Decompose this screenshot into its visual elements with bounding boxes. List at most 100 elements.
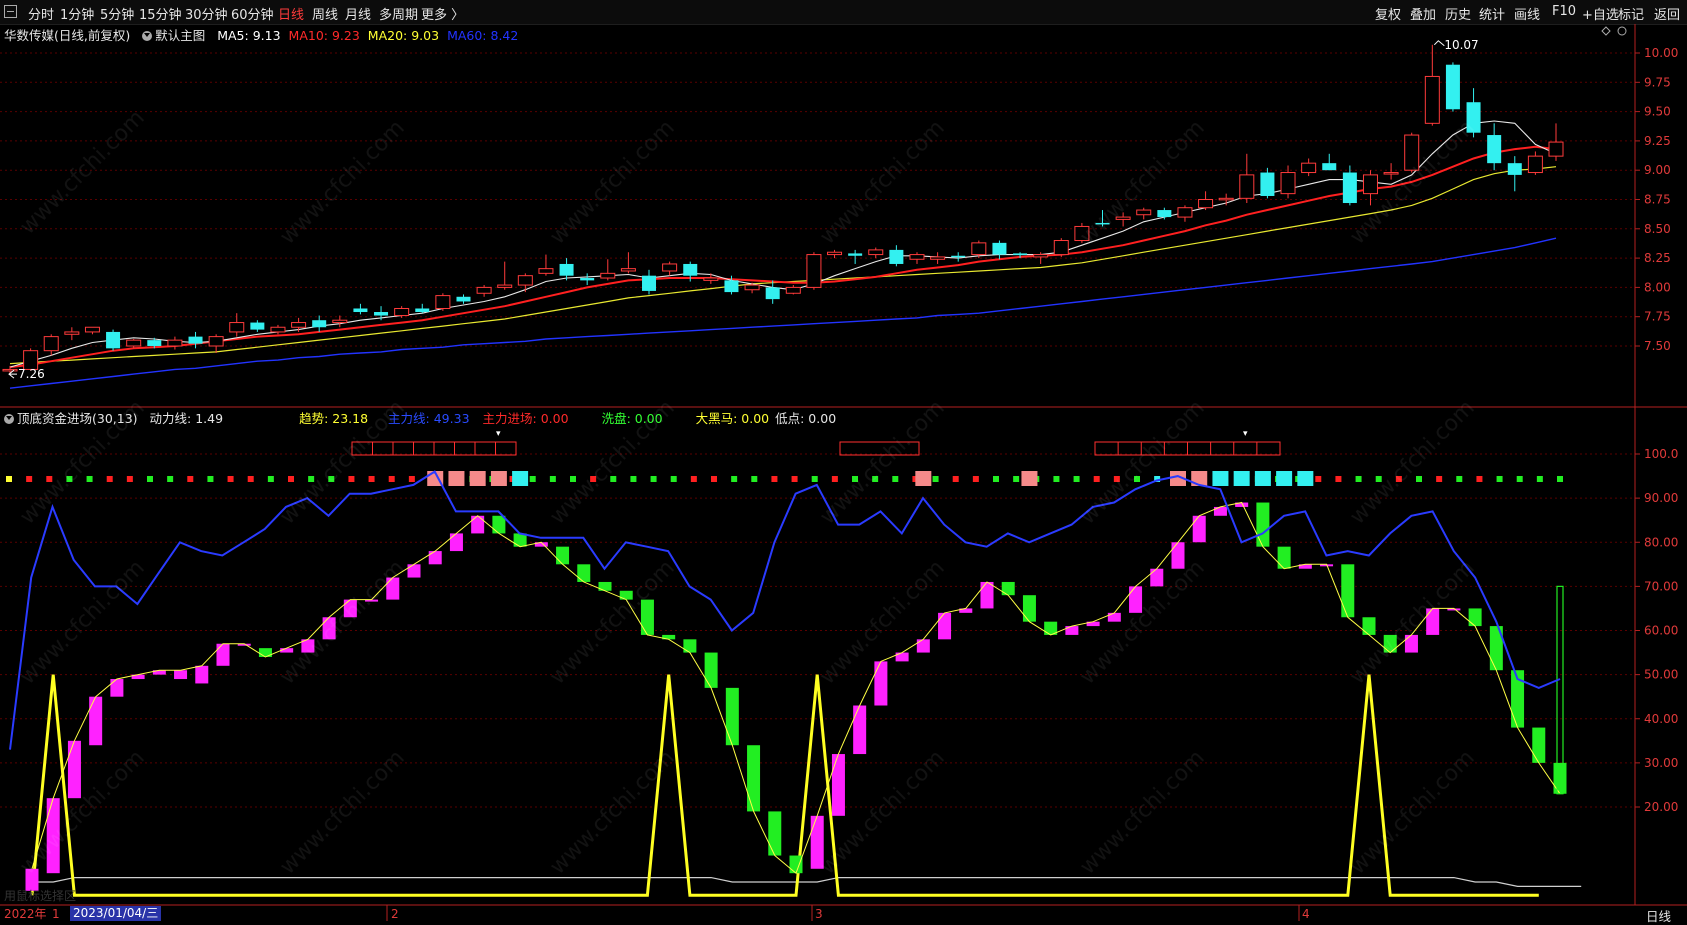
- candle-up: [703, 277, 719, 281]
- candle-up: [971, 242, 987, 256]
- signal-block-cyan: [1254, 471, 1271, 486]
- trend-bar-down: [1256, 502, 1270, 547]
- price-tick-label: 9.75: [1644, 75, 1671, 89]
- signal-dot: [771, 476, 778, 482]
- signal-dot: [831, 476, 838, 482]
- signal-dot: [1053, 476, 1060, 482]
- price-tick-label: 7.50: [1644, 339, 1671, 353]
- ma-label-0: MA5: 9.13: [217, 28, 281, 43]
- trend-bar-down: [725, 687, 739, 746]
- signal-dot: [247, 476, 254, 482]
- indicator-tick-label: 40.00: [1644, 712, 1678, 726]
- trend-bar-down: [1362, 617, 1376, 635]
- trend-bar-up: [449, 533, 463, 552]
- main-force-line: [9, 470, 1561, 750]
- signal-dot: [1557, 476, 1563, 482]
- signal-dot: [1395, 476, 1402, 482]
- signal-dot: [267, 476, 274, 482]
- signal-dot: [872, 476, 879, 482]
- indicator-legend: 动力线: 1.49 趋势: 23.18 主力线: 49.33 主力进场: 0.00 洗盘…: [142, 411, 837, 426]
- signal-dot: [690, 476, 697, 482]
- trend-bar-up: [89, 696, 103, 746]
- trend-bar-up: [110, 679, 124, 697]
- trend-bar-down: [1383, 634, 1397, 653]
- trend-bar-up: [46, 798, 60, 874]
- signal-dot: [86, 476, 93, 482]
- trend-bar-up: [1404, 634, 1418, 653]
- candle-up: [64, 331, 80, 335]
- candle-down: [559, 263, 574, 276]
- candle-up: [909, 254, 925, 260]
- price-tick-label: 9.00: [1644, 163, 1671, 177]
- indicator-panel-header: 顶底资金进场(30,13) 动力线: 1.49 趋势: 23.18 主力线: 49.…: [4, 408, 836, 427]
- candle-down: [188, 336, 203, 344]
- signal-dot: [932, 476, 939, 482]
- circle-icon: [1617, 26, 1627, 36]
- trend-bar-up: [1065, 626, 1079, 635]
- trend-bar-down: [683, 639, 697, 653]
- candle-up: [744, 284, 760, 291]
- trend-bar-down: [556, 546, 570, 565]
- indicator-selector[interactable]: 顶底资金进场(30,13): [4, 411, 138, 426]
- trend-bar-down: [747, 745, 761, 812]
- trend-bar-down: [492, 515, 506, 534]
- candle-up: [1177, 207, 1193, 218]
- signal-dot: [106, 476, 113, 482]
- trend-bar-up: [428, 551, 442, 565]
- trend-bar-up: [322, 617, 336, 640]
- signal-dot: [6, 476, 12, 482]
- candle-down: [415, 308, 430, 313]
- trend-bar-up: [1192, 515, 1206, 543]
- ma-label-3: MA60: 8.42: [447, 28, 519, 43]
- candle-up: [476, 286, 492, 294]
- candle-down: [889, 249, 904, 264]
- candle-up: [517, 275, 533, 286]
- indicator-tick-label: 60.00: [1644, 624, 1678, 638]
- candle-up: [1527, 155, 1543, 174]
- candle-down: [1342, 172, 1357, 204]
- price-tick-label: 8.75: [1644, 193, 1671, 207]
- signal-block-pink: [915, 471, 932, 486]
- candle-up: [167, 339, 183, 347]
- candle-up: [270, 326, 286, 333]
- signal-block-cyan: [1212, 471, 1229, 486]
- date-month-4: 4: [1302, 907, 1310, 921]
- ma10-line: [9, 145, 1557, 369]
- candle-up: [1280, 172, 1296, 195]
- candle-up: [620, 268, 636, 272]
- signal-dot: [167, 476, 174, 482]
- price-tick-label: 9.50: [1644, 105, 1671, 119]
- indicator-label-6: 低点: 0.00: [775, 411, 837, 426]
- signal-dot: [852, 476, 858, 482]
- dropdown-icon: [142, 31, 153, 41]
- period-label[interactable]: 日线: [1646, 906, 1671, 925]
- candle-up: [662, 263, 678, 272]
- signal-block-cyan: [512, 471, 529, 486]
- candle-up: [806, 254, 822, 288]
- signal-dot: [993, 476, 999, 482]
- template-selector[interactable]: 默认主图: [142, 28, 205, 43]
- candle-down: [683, 263, 698, 276]
- trend-bar-up: [67, 740, 81, 799]
- signal-block-pink: [448, 471, 465, 486]
- candle-down: [765, 287, 780, 300]
- candle-up: [1053, 240, 1069, 256]
- candle-down: [1445, 64, 1460, 110]
- chart-canvas[interactable]: 10.00 9.75 9.50 9.25 9.00 8.75 8.50 8.25 8.00 7.7…: [0, 0, 1687, 924]
- candle-up: [868, 249, 884, 256]
- candle-down: [1157, 210, 1172, 218]
- trend-bar-up: [1171, 542, 1185, 569]
- trend-bar-up: [853, 705, 867, 755]
- signal-dot: [1536, 476, 1543, 482]
- candle-down: [992, 242, 1007, 255]
- indicator-name: 顶底资金进场(30,13): [17, 411, 138, 426]
- trend-bar-down: [598, 581, 612, 591]
- signal-dot: [126, 476, 133, 482]
- price-tick-label: 8.50: [1644, 222, 1671, 236]
- signal-arrow: ▾: [496, 429, 501, 439]
- date-month-1: 1: [52, 907, 60, 921]
- signal-box-2: [839, 441, 920, 456]
- price-tick-label: 8.00: [1644, 280, 1671, 294]
- bottom-signal-line: [30, 674, 1539, 897]
- trend-bar-up: [1129, 586, 1143, 613]
